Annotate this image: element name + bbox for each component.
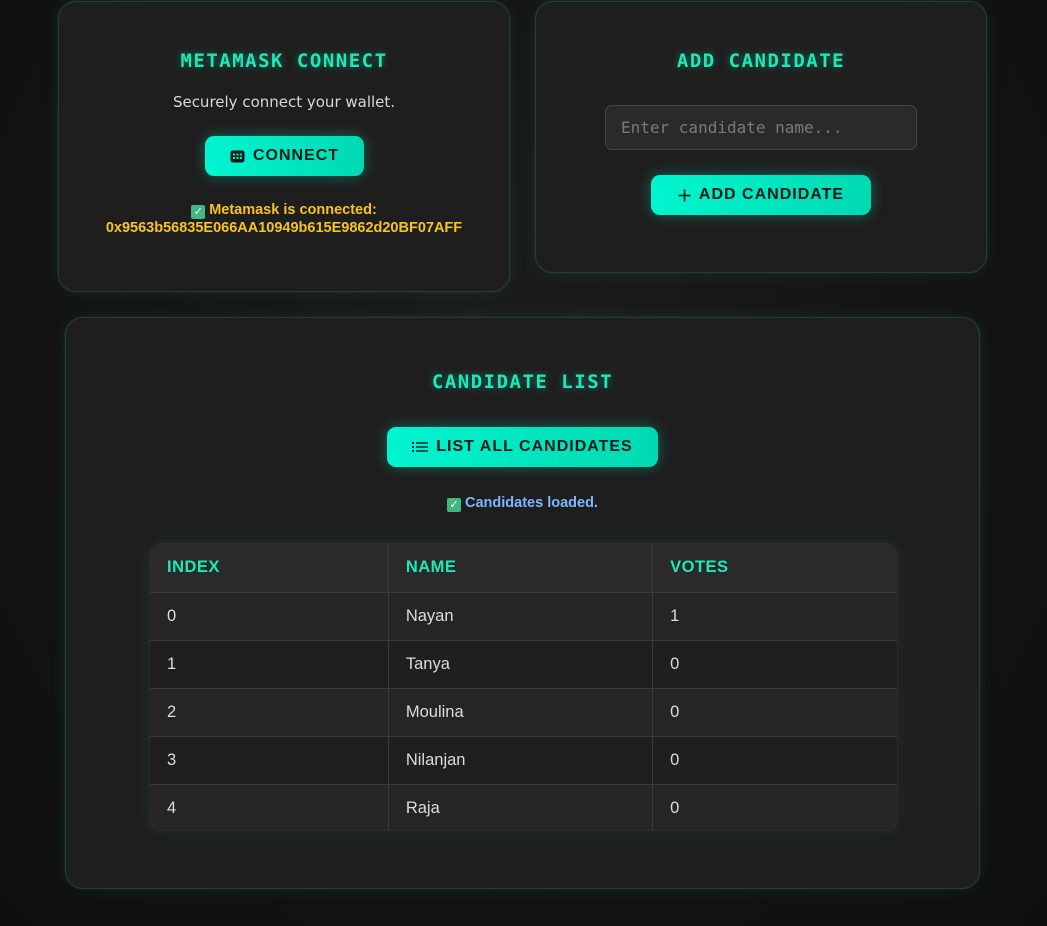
metamask-connect-card: METAMASK CONNECT Securely connect your w…: [58, 1, 510, 292]
cell-votes: 0: [652, 783, 897, 830]
wallet-address: 0x9563b56835E066AA10949b615E9862d20BF07A…: [105, 220, 463, 236]
cell-name: Raja: [388, 783, 654, 830]
check-box-icon: ✓: [191, 205, 206, 219]
check-box-icon: ✓: [447, 498, 462, 512]
connect-button[interactable]: CONNECT: [205, 136, 364, 176]
candidates-status-text: Candidates loaded.: [465, 495, 598, 511]
list-card-title: CANDIDATE LIST: [431, 371, 614, 393]
candidates-status: ✓ Candidates loaded.: [96, 494, 949, 512]
cell-index: 1: [150, 639, 389, 688]
connect-button-label: CONNECT: [252, 147, 340, 164]
cell-index: 0: [150, 591, 389, 640]
header-name: NAME: [388, 544, 654, 592]
cell-index: 2: [150, 687, 389, 736]
cell-index: 4: [150, 783, 389, 830]
list-icon: [412, 441, 429, 453]
cell-name: Nayan: [388, 591, 654, 640]
candidate-table: INDEX NAME VOTES 0 Nayan 1 1 Tanya 0 2 M…: [150, 544, 897, 830]
candidate-name-input[interactable]: [605, 105, 917, 150]
table-row: 4 Raja 0: [150, 783, 897, 830]
cell-votes: 1: [652, 591, 897, 640]
cell-name: Moulina: [388, 687, 654, 736]
connection-status: ✓ Metamask is connected: 0x9563b56835E066…: [89, 201, 479, 237]
cell-votes: 0: [652, 687, 897, 736]
table-row: 3 Nilanjan 0: [150, 735, 897, 784]
candidate-table-container: INDEX NAME VOTES 0 Nayan 1 1 Tanya 0 2 M…: [149, 543, 898, 831]
wallet-icon: [230, 150, 245, 163]
table-row: 1 Tanya 0: [150, 639, 897, 688]
table-row: 0 Nayan 1: [150, 591, 897, 640]
header-votes: VOTES: [652, 544, 897, 592]
header-index: INDEX: [150, 544, 389, 592]
add-candidate-button-label: ADD CANDIDATE: [698, 186, 845, 203]
plus-icon: [678, 189, 691, 202]
table-header-row: INDEX NAME VOTES: [150, 544, 897, 592]
connect-card-title: METAMASK CONNECT: [180, 50, 388, 72]
cell-votes: 0: [652, 639, 897, 688]
connection-status-text: Metamask is connected:: [209, 202, 377, 218]
cell-index: 3: [150, 735, 389, 784]
table-row: 2 Moulina 0: [150, 687, 897, 736]
list-all-candidates-label: LIST ALL CANDIDATES: [436, 438, 633, 455]
cell-votes: 0: [652, 735, 897, 784]
add-candidate-card: ADD CANDIDATE ADD CANDIDATE: [535, 1, 987, 273]
add-card-title: ADD CANDIDATE: [676, 50, 846, 72]
candidate-list-card: CANDIDATE LIST LIST ALL CANDIDATES ✓ Cand…: [65, 317, 980, 889]
list-all-candidates-button[interactable]: LIST ALL CANDIDATES: [387, 427, 658, 467]
cell-name: Tanya: [388, 639, 654, 688]
connect-card-subtitle: Securely connect your wallet.: [172, 93, 396, 111]
cell-name: Nilanjan: [388, 735, 654, 784]
add-candidate-button[interactable]: ADD CANDIDATE: [651, 175, 871, 215]
